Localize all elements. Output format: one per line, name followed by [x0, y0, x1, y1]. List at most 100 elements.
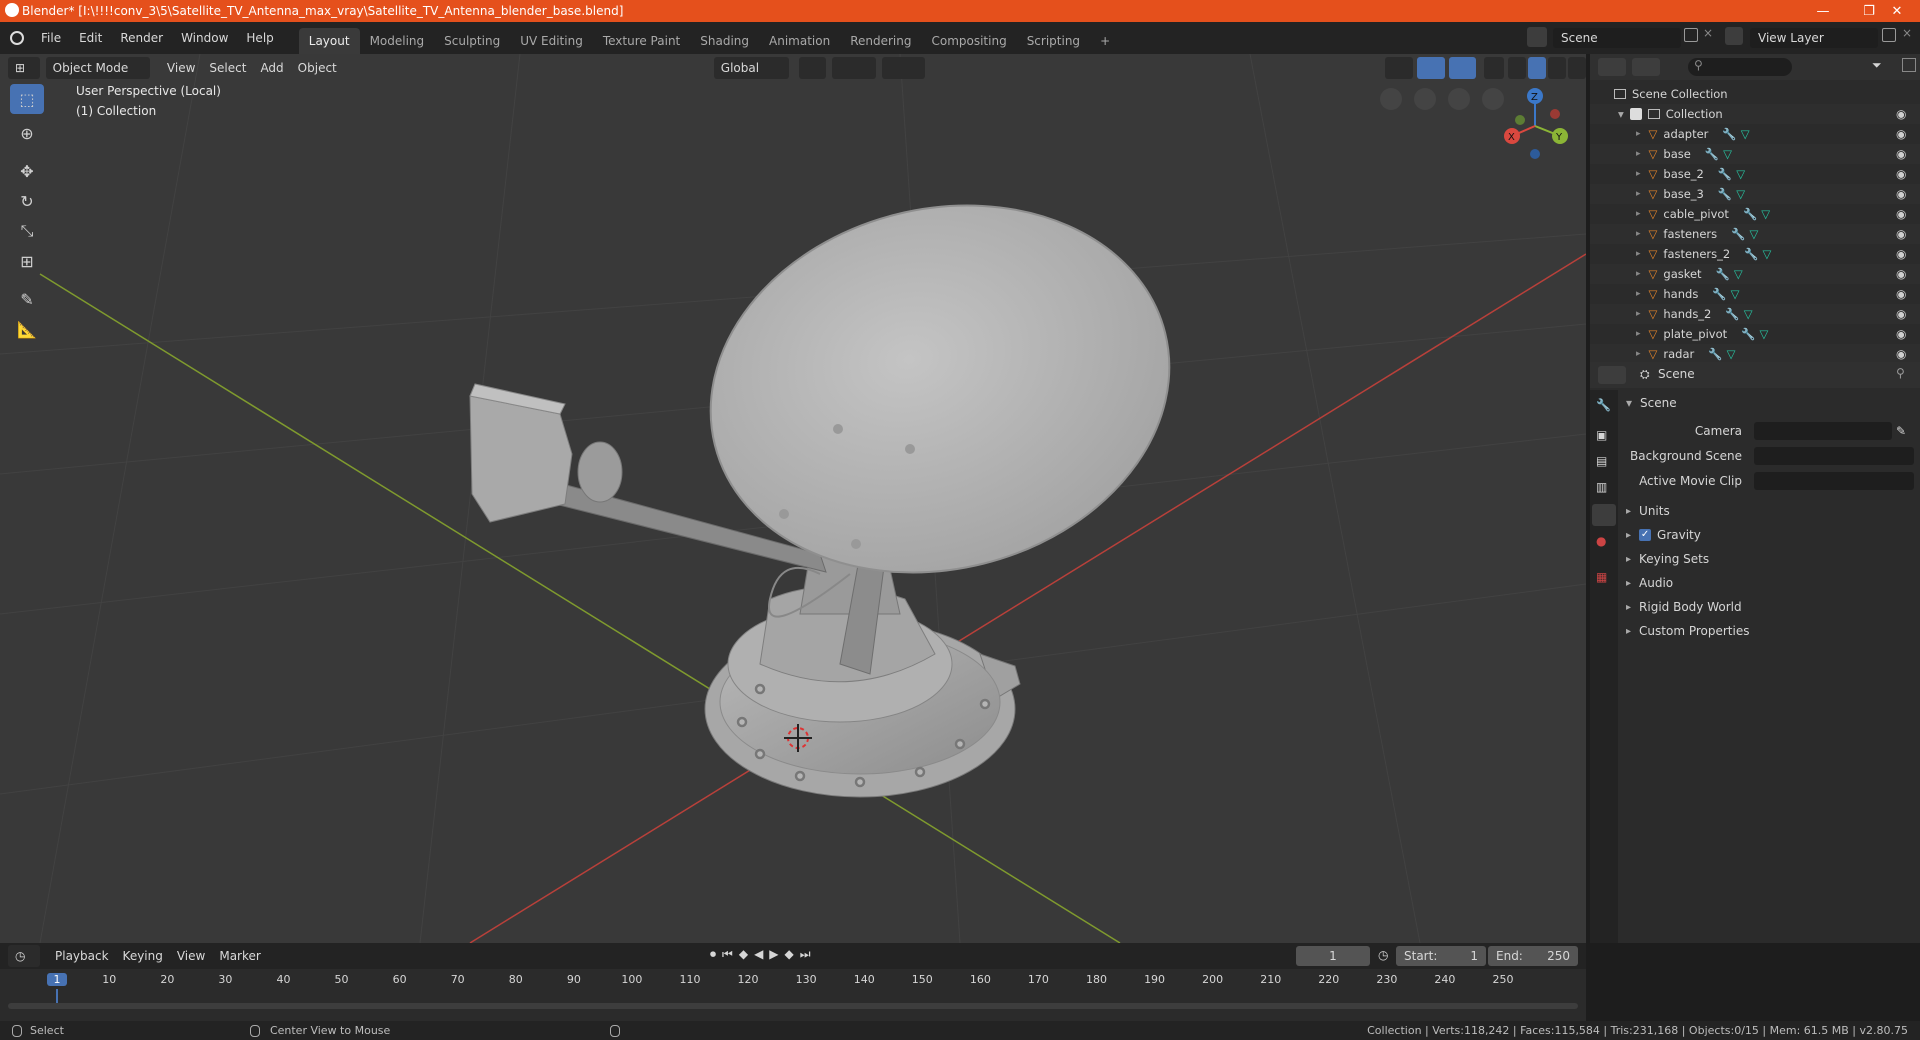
expand-arrow-icon[interactable]: ▸ — [1636, 289, 1641, 299]
start-frame-field[interactable]: Start: 1 — [1396, 946, 1486, 966]
end-frame-field[interactable]: End: 250 — [1488, 946, 1578, 966]
tab-layout[interactable]: Layout — [298, 28, 360, 54]
outliner-object-row[interactable]: ▸ ▽ hands_2 🔧 ▽ ◉ — [1590, 304, 1920, 324]
collection-row[interactable]: ▾ Collection ◉ — [1590, 104, 1920, 124]
play-icon[interactable]: ▶ — [769, 947, 778, 962]
add-workspace-button[interactable]: + — [1090, 28, 1120, 54]
viewport-menu-add[interactable]: Add — [253, 57, 290, 79]
gizmo-toggle-icon[interactable] — [1416, 57, 1445, 79]
subpanel-keying-sets[interactable]: ▸ Keying Sets — [1626, 552, 1709, 566]
visibility-eye-icon[interactable]: ◉ — [1896, 247, 1906, 261]
outliner-object-row[interactable]: ▸ ▽ gasket 🔧 ▽ ◉ — [1590, 264, 1920, 284]
new-scene-icon[interactable] — [1684, 28, 1698, 42]
active-movie-clip-input[interactable] — [1754, 472, 1914, 490]
visibility-eye-icon[interactable]: ◉ — [1896, 107, 1906, 121]
visibility-icon[interactable] — [1385, 57, 1413, 79]
pin-icon[interactable]: ⚲ — [1896, 366, 1905, 380]
expand-arrow-icon[interactable]: ▸ — [1636, 309, 1641, 319]
visibility-eye-icon[interactable]: ◉ — [1896, 327, 1906, 341]
tab-animation[interactable]: Animation — [759, 28, 840, 54]
material-shading-icon[interactable] — [1548, 57, 1567, 79]
expand-arrow-icon[interactable]: ▸ — [1636, 149, 1641, 159]
visibility-eye-icon[interactable]: ◉ — [1896, 207, 1906, 221]
filter-icon[interactable]: ⏷ — [1872, 58, 1900, 76]
expand-arrow-icon[interactable]: ▸ — [1636, 229, 1641, 239]
tab-texture-paint[interactable]: Texture Paint — [593, 28, 690, 54]
jump-end-icon[interactable]: ⏭ — [800, 947, 811, 962]
expand-arrow-icon[interactable]: ▸ — [1636, 249, 1641, 259]
transform-orientation-selector[interactable]: Global — [713, 57, 789, 79]
menu-edit[interactable]: Edit — [70, 27, 111, 49]
tab-sculpting[interactable]: Sculpting — [434, 28, 510, 54]
measure-tool-icon[interactable]: 📐 — [10, 314, 44, 344]
next-keyframe-icon[interactable]: ◆ — [785, 947, 794, 962]
outliner-object-row[interactable]: ▸ ▽ base_2 🔧 ▽ ◉ — [1590, 164, 1920, 184]
outliner-object-row[interactable]: ▸ ▽ fasteners 🔧 ▽ ◉ — [1590, 224, 1920, 244]
display-mode-icon[interactable] — [1632, 58, 1660, 76]
viewport-menu-select[interactable]: Select — [202, 57, 253, 79]
outliner-object-row[interactable]: ▸ ▽ radar 🔧 ▽ ◉ — [1590, 344, 1920, 364]
checkbox-icon[interactable] — [1629, 108, 1642, 120]
visibility-eye-icon[interactable]: ◉ — [1896, 167, 1906, 181]
menu-help[interactable]: Help — [237, 27, 282, 49]
tab-modeling[interactable]: Modeling — [360, 28, 435, 54]
transform-tool-icon[interactable]: ⊞ — [10, 246, 44, 276]
annotate-tool-icon[interactable]: ✎ — [10, 284, 44, 314]
outliner-object-row[interactable]: ▸ ▽ adapter 🔧 ▽ ◉ — [1590, 124, 1920, 144]
minimize-button[interactable]: — — [1800, 0, 1846, 22]
close-button[interactable]: ✕ — [1874, 0, 1920, 22]
outliner-object-row[interactable]: ▸ ▽ base_3 🔧 ▽ ◉ — [1590, 184, 1920, 204]
xray-icon[interactable] — [1484, 57, 1505, 79]
3d-viewport[interactable]: User Perspective (Local) (1) Collection … — [0, 54, 1586, 943]
current-frame-field[interactable]: 1 — [1296, 946, 1370, 966]
clock-icon[interactable]: ◷ — [1378, 948, 1388, 962]
pivot-point-icon[interactable] — [798, 57, 827, 79]
collapse-icon[interactable]: ▾ — [1618, 107, 1624, 121]
world-tab-icon[interactable]: ● — [1596, 534, 1606, 548]
menu-window[interactable]: Window — [172, 27, 237, 49]
camera-input[interactable] — [1754, 422, 1892, 440]
outliner-editor-type-icon[interactable] — [1598, 58, 1626, 76]
outliner-object-row[interactable]: ▸ ▽ plate_pivot 🔧 ▽ ◉ — [1590, 324, 1920, 344]
subpanel-audio[interactable]: ▸ Audio — [1626, 576, 1673, 590]
gravity-checkbox[interactable]: ✓ — [1639, 529, 1652, 541]
prev-keyframe-icon[interactable]: ◆ — [739, 947, 748, 962]
visibility-eye-icon[interactable]: ◉ — [1896, 187, 1906, 201]
visibility-eye-icon[interactable]: ◉ — [1896, 347, 1906, 361]
expand-arrow-icon[interactable]: ▸ — [1636, 269, 1641, 279]
playhead-line[interactable] — [56, 989, 58, 1003]
overlay-toggle-icon[interactable] — [1448, 57, 1477, 79]
scene-collection-row[interactable]: Scene Collection — [1590, 84, 1920, 104]
timeline-scrollbar[interactable] — [8, 1003, 1578, 1009]
outliner-object-row[interactable]: ▸ ▽ cable_pivot 🔧 ▽ ◉ — [1590, 204, 1920, 224]
menu-file[interactable]: File — [32, 27, 70, 49]
timeline-menu-keying[interactable]: Keying — [116, 945, 170, 967]
tab-scripting[interactable]: Scripting — [1017, 28, 1090, 54]
timeline-menu-marker[interactable]: Marker — [212, 945, 267, 967]
expand-arrow-icon[interactable]: ▸ — [1636, 329, 1641, 339]
timeline-menu-view[interactable]: View — [170, 945, 212, 967]
play-reverse-icon[interactable]: ◀ — [754, 947, 763, 962]
tab-rendering[interactable]: Rendering — [840, 28, 921, 54]
expand-arrow-icon[interactable]: ▸ — [1636, 169, 1641, 179]
output-tab-icon[interactable]: ▤ — [1596, 454, 1607, 468]
satellite-antenna-model[interactable] — [469, 158, 1209, 798]
scene-selector[interactable]: Scene — [1553, 28, 1681, 48]
visibility-eye-icon[interactable]: ◉ — [1896, 307, 1906, 321]
view-layer-selector[interactable]: View Layer — [1750, 28, 1878, 48]
render-tab-icon[interactable]: ▣ — [1596, 428, 1607, 442]
move-tool-icon[interactable]: ✥ — [10, 156, 44, 186]
proportional-edit-icon[interactable] — [881, 57, 926, 79]
cursor-tool-icon[interactable]: ⊕ — [10, 118, 44, 148]
select-box-tool-icon[interactable]: ⬚ — [10, 84, 44, 114]
outliner-search-input[interactable]: ⚲ — [1688, 58, 1792, 76]
scene-tab-icon[interactable] — [1592, 504, 1616, 526]
rendered-shading-icon[interactable] — [1568, 57, 1586, 79]
toggle-ortho-icon[interactable] — [1380, 88, 1402, 110]
solid-shading-icon[interactable] — [1528, 57, 1547, 79]
outliner-object-row[interactable]: ▸ ▽ hands 🔧 ▽ ◉ — [1590, 284, 1920, 304]
tool-tab-icon[interactable]: 🔧 — [1596, 398, 1611, 412]
viewport-menu-object[interactable]: Object — [291, 57, 344, 79]
delete-view-layer-icon[interactable]: × — [1902, 26, 1912, 40]
eyedropper-icon[interactable]: ✎ — [1896, 424, 1906, 438]
